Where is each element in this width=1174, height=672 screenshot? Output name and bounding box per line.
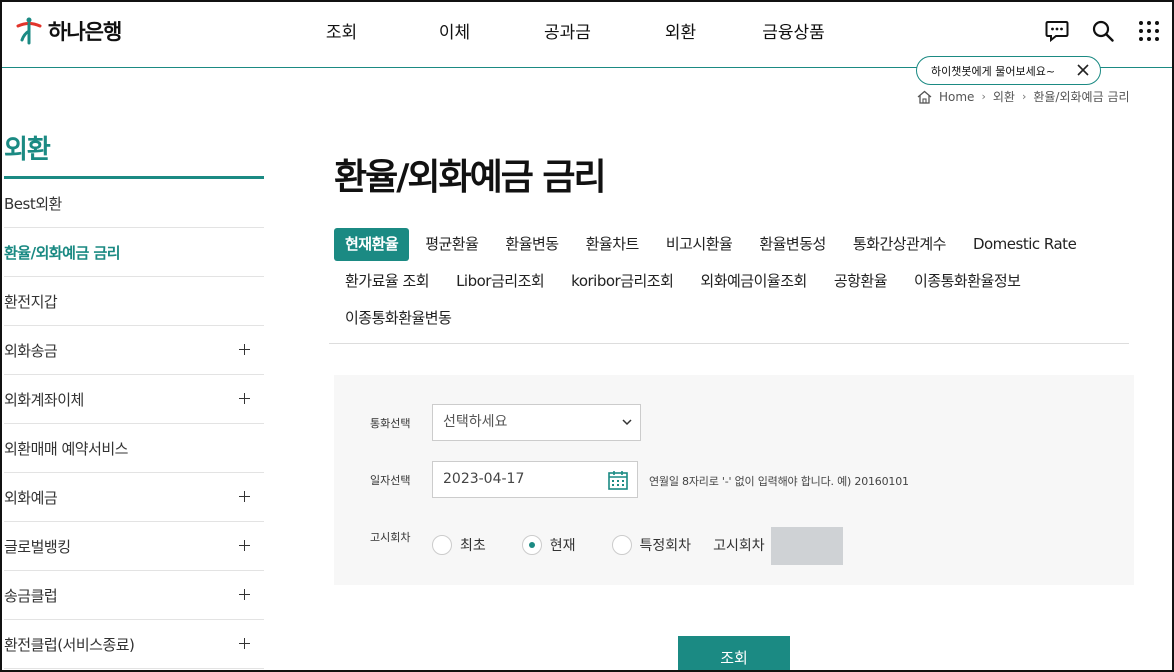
sidebar-item-exchange-club[interactable]: 환전클럽(서비스종료) [4, 620, 264, 669]
tab-average-rate[interactable]: 평균환율 [414, 228, 489, 261]
sidebar-item-global-banking[interactable]: 글로벌뱅킹 [4, 522, 264, 571]
sidebar-item-label: 외환매매 예약서비스 [4, 439, 128, 458]
sidebar-item-fx-account-transfer[interactable]: 외화계좌이체 [4, 375, 264, 424]
sidebar-item-label: 환율/외화예금 금리 [4, 243, 121, 262]
expand-plus-icon[interactable] [239, 638, 251, 650]
radio-circle [611, 534, 632, 555]
tab-rate-change[interactable]: 환율변동 [494, 228, 569, 261]
search-icon[interactable] [1090, 18, 1116, 44]
tab-libor-rate[interactable]: Libor금리조회 [445, 265, 555, 298]
global-nav: 조회 이체 공과금 외환 금융상품 [285, 0, 850, 66]
chatbot-icon[interactable] [1044, 18, 1070, 44]
date-hint: 연월일 8자리로 '-' 없이 입력해야 합니다. 예) 20160101 [649, 475, 909, 488]
radio-label: 현재 [549, 537, 576, 554]
sidebar-item-label: 외화송금 [4, 341, 58, 360]
gnb-item-transfer[interactable]: 이체 [398, 0, 511, 66]
notice-round-label: 고시회차 [370, 531, 411, 544]
hana-logo-icon [16, 17, 42, 45]
radio-circle-selected [521, 534, 542, 555]
currency-select-value: 선택하세요 [443, 414, 508, 430]
breadcrumb-home[interactable]: Home [939, 90, 974, 104]
radio-circle [432, 534, 452, 555]
date-input-value: 2023-04-17 [443, 471, 525, 487]
gnb-item-foreign-exchange[interactable]: 외환 [624, 0, 737, 66]
hana-bank-logo[interactable]: 하나은행 [14, 16, 122, 46]
chevron-right-icon: › [981, 90, 986, 103]
home-icon[interactable] [917, 90, 932, 104]
search-button[interactable]: 조회 [678, 636, 790, 672]
sidebar-item-remittance-club[interactable]: 송금클럽 [4, 571, 264, 620]
notice-radio-group: 최초 현재 특정회차 고시회차 [432, 524, 843, 565]
currency-select[interactable]: 선택하세요 [432, 404, 641, 441]
sub-tabs: 현재환율 평균환율 환율변동 환율차트 비고시환율 환율변동성 통화간상관계수 … [334, 228, 1129, 335]
expand-plus-icon[interactable] [239, 589, 251, 601]
brand-name: 하나은행 [48, 20, 122, 44]
sidebar-item-label: 외화계좌이체 [4, 390, 84, 409]
calendar-icon[interactable] [607, 469, 629, 491]
sidebar-item-exchange-rate[interactable]: 환율/외화예금 금리 [4, 228, 264, 277]
notice-round-input[interactable] [770, 527, 843, 565]
sidebar-item-label: 글로벌뱅킹 [4, 537, 71, 556]
sidebar-item-fx-deposit[interactable]: 외화예금 [4, 473, 264, 522]
radio-label: 특정회차 [639, 537, 692, 554]
sidebar-item-fx-wallet[interactable]: 환전지갑 [4, 277, 264, 326]
tab-cross-currency-change[interactable]: 이종통화환율변동 [334, 302, 462, 335]
tab-rate-volatility[interactable]: 환율변동성 [748, 228, 837, 261]
gnb-item-inquiry[interactable]: 조회 [285, 0, 398, 66]
gnb-item-financial-products[interactable]: 금융상품 [737, 0, 850, 66]
date-label: 일자선택 [370, 474, 411, 487]
chevron-right-icon: › [1021, 90, 1027, 103]
breadcrumb-current: 환율/외화예금 금리 [1033, 90, 1130, 104]
radio-label: 최초 [460, 537, 486, 554]
sidebar-item-fx-reservation[interactable]: 외환매매 예약서비스 [4, 424, 264, 473]
gnb-item-utility-bills[interactable]: 공과금 [511, 0, 624, 66]
sidebar: 외환 Best외환 환율/외화예금 금리 환전지갑 외화송금 외화계좌이체 외환… [4, 125, 264, 669]
chatbot-tooltip[interactable]: 하이챗봇에게 물어보세요~ [916, 56, 1101, 85]
sidebar-item-label: 외화예금 [4, 488, 58, 507]
radio-specific-round[interactable]: 특정회차 [611, 534, 692, 555]
search-form: 통화선택 선택하세요 일자선택 2023-04-17 연월일 8자리로 '-' … [334, 375, 1134, 585]
page-title: 환율/외화예금 금리 [334, 157, 607, 198]
tab-fx-deposit-rate[interactable]: 외화예금이율조회 [689, 265, 817, 298]
sidebar-item-label: 송금클럽 [4, 586, 58, 605]
radio-current[interactable]: 현재 [521, 534, 576, 555]
sidebar-item-overseas-remittance[interactable]: 외화송금 [4, 326, 264, 375]
utility-menu [1044, 18, 1162, 44]
expand-plus-icon[interactable] [239, 491, 251, 503]
breadcrumb: Home › 외환 › 환율/외화예금 금리 [917, 88, 1130, 105]
expand-plus-icon[interactable] [239, 344, 251, 356]
expand-plus-icon[interactable] [239, 393, 251, 405]
tab-cross-currency-info[interactable]: 이종통화환율정보 [903, 265, 1031, 298]
tab-non-notice-rate[interactable]: 비고시환율 [655, 228, 744, 261]
tab-koribor-rate[interactable]: koribor금리조회 [560, 265, 684, 298]
tab-domestic-rate[interactable]: Domestic Rate [962, 228, 1087, 261]
date-input[interactable]: 2023-04-17 [432, 461, 638, 498]
tab-current-rate[interactable]: 현재환율 [334, 228, 410, 261]
sidebar-title: 외환 [4, 125, 264, 179]
tab-currency-correlation[interactable]: 통화간상관계수 [842, 228, 957, 261]
sidebar-item-best-fx[interactable]: Best외환 [4, 179, 264, 228]
sidebar-item-label: Best외환 [4, 194, 62, 213]
chatbot-tooltip-text: 하이챗봇에게 물어보세요~ [931, 64, 1056, 78]
tab-airport-rate[interactable]: 공항환율 [823, 265, 898, 298]
tab-rate-chart[interactable]: 환율차트 [575, 228, 650, 261]
close-icon[interactable] [1075, 62, 1091, 78]
radio-first[interactable]: 최초 [432, 534, 486, 555]
chevron-down-icon [622, 419, 632, 426]
expand-plus-icon[interactable] [239, 540, 251, 552]
all-menu-icon[interactable] [1136, 18, 1162, 44]
divider [329, 343, 1129, 344]
sidebar-item-label: 환전지갑 [4, 292, 58, 311]
breadcrumb-foreign-exchange[interactable]: 외환 [993, 88, 1015, 105]
sidebar-item-label: 환전클럽(서비스종료) [4, 635, 135, 654]
currency-label: 통화선택 [370, 417, 411, 430]
notice-round-input-label: 고시회차 [713, 537, 765, 554]
tab-exchange-commission[interactable]: 환가료율 조회 [334, 265, 440, 298]
